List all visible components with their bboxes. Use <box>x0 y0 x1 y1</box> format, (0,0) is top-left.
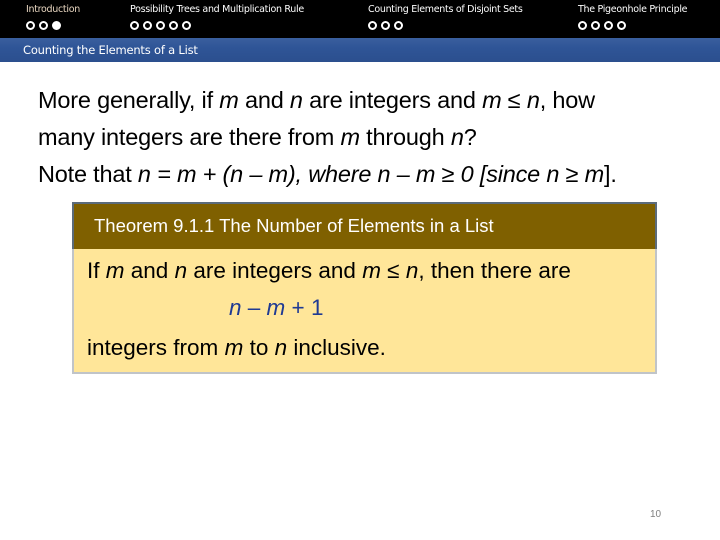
theorem-header: Theorem 9.1.1 The Number of Elements in … <box>72 202 657 249</box>
nav-dot-4[interactable] <box>617 21 626 30</box>
theorem-formula: n – m + 1 <box>229 295 324 320</box>
nav-section-possibility-trees[interactable]: Possibility Trees and Multiplication Rul… <box>130 4 304 30</box>
theorem-block: Theorem 9.1.1 The Number of Elements in … <box>72 202 657 374</box>
nav-dot-1[interactable] <box>130 21 139 30</box>
nav-dot-2[interactable] <box>143 21 152 30</box>
nav-dots <box>130 21 304 30</box>
nav-dot-3[interactable] <box>156 21 165 30</box>
nav-section-label: Possibility Trees and Multiplication Rul… <box>130 4 304 15</box>
nav-section-introduction[interactable]: Introduction <box>26 4 80 30</box>
theorem-body: If m and n are integers and m ≤ n, then … <box>72 249 657 374</box>
nav-dot-3[interactable] <box>604 21 613 30</box>
nav-section-label: Introduction <box>26 4 80 15</box>
frame-title-bar: Counting the Elements of a List <box>0 38 720 62</box>
frame-title: Counting the Elements of a List <box>23 43 198 57</box>
nav-dot-2[interactable] <box>39 21 48 30</box>
nav-dot-2[interactable] <box>381 21 390 30</box>
nav-dot-3[interactable] <box>394 21 403 30</box>
theorem-statement-line-1: If m and n are integers and m ≤ n, then … <box>87 258 571 283</box>
nav-dots <box>26 21 80 30</box>
nav-dot-2[interactable] <box>591 21 600 30</box>
page-number: 10 <box>650 509 662 520</box>
nav-section-pigeonhole[interactable]: The Pigeonhole Principle <box>578 4 688 30</box>
body-paragraph-line-1: More generally, if m and n are integers … <box>38 87 595 113</box>
body-paragraph-line-2: many integers are there from m through n… <box>38 124 477 150</box>
theorem-title: Theorem 9.1.1 The Number of Elements in … <box>94 215 494 236</box>
nav-section-label: The Pigeonhole Principle <box>578 4 688 15</box>
theorem-statement-line-3: integers from m to n inclusive. <box>87 335 386 360</box>
nav-section-label: Counting Elements of Disjoint Sets <box>368 4 523 15</box>
nav-section-disjoint-sets[interactable]: Counting Elements of Disjoint Sets <box>368 4 523 30</box>
navigation-bar: Introduction Possibility Trees and Multi… <box>0 0 720 38</box>
nav-dot-5[interactable] <box>182 21 191 30</box>
nav-dots <box>578 21 687 30</box>
nav-dot-4[interactable] <box>169 21 178 30</box>
nav-dot-1[interactable] <box>578 21 587 30</box>
nav-dot-1[interactable] <box>368 21 377 30</box>
nav-dot-current[interactable] <box>52 21 61 30</box>
nav-dot-1[interactable] <box>26 21 35 30</box>
nav-dots <box>368 21 523 30</box>
body-paragraph-line-3: Note that n = m + (n – m), where n – m ≥… <box>38 161 617 187</box>
